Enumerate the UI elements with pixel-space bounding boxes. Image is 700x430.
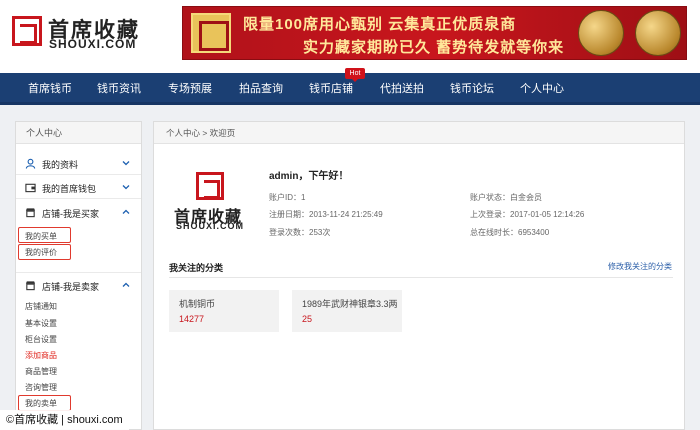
account-status: 账户状态：白金会员 xyxy=(470,193,542,202)
section-divider xyxy=(169,277,673,278)
user-icon xyxy=(25,158,36,169)
nav-item-forum[interactable]: 钱币论坛 xyxy=(450,73,494,105)
last-login: 上次登录：2017-01-05 12:14:26 xyxy=(470,210,585,219)
edit-followed-categories-link[interactable]: 修改我关注的分类 xyxy=(608,261,672,272)
wallet-icon xyxy=(25,183,36,193)
sidebar: 个人中心 我的资料 我的首席钱包 店铺-我是买家 我的买单 我的评价 店铺-我是… xyxy=(15,121,142,430)
sidebar-link-shop-notice[interactable]: 店铺通知 xyxy=(25,301,57,312)
highlight-box xyxy=(18,244,71,260)
logo-text-en: SHOUXI.COM xyxy=(49,37,137,51)
login-count: 登录次数：253次 xyxy=(269,228,331,237)
sidebar-item-my-profile[interactable]: 我的资料 xyxy=(16,153,141,175)
sidebar-title: 个人中心 xyxy=(16,122,141,144)
sidebar-link-counter-settings[interactable]: 柜台设置 xyxy=(25,334,57,345)
banner-line-2: 实力藏家期盼已久 蓄势待发就等你来 xyxy=(303,39,565,56)
sidebar-section-label: 店铺-我是买家 xyxy=(42,209,99,219)
logo-seal-icon xyxy=(12,16,42,46)
sidebar-item-label: 我的资料 xyxy=(42,160,79,170)
category-count: 14277 xyxy=(179,314,205,324)
nav-item-home[interactable]: 首席钱币 xyxy=(28,73,72,105)
sidebar-section-seller[interactable]: 店铺-我是卖家 xyxy=(16,275,141,297)
coin-image xyxy=(578,10,624,56)
banner-seal-icon xyxy=(191,13,231,53)
sidebar-link-inquiry-management[interactable]: 咨询管理 xyxy=(25,382,57,393)
nav-item-lot-search[interactable]: 拍品查询 xyxy=(239,73,283,105)
chevron-down-icon xyxy=(122,185,130,190)
site-logo[interactable]: 首席收藏 SHOUXI.COM xyxy=(12,10,157,54)
logo-text-en: SHOUXI.COM xyxy=(176,221,245,231)
nav-item-consign[interactable]: 代拍送拍 xyxy=(380,73,424,105)
sidebar-link-product-management[interactable]: 商品管理 xyxy=(25,366,57,377)
main-content: 个人中心 > 欢迎页 首席收藏 SHOUXI.COM admin，下午好！ 账户… xyxy=(153,121,685,430)
chevron-down-icon xyxy=(122,161,130,166)
logo-seal-icon xyxy=(196,172,224,200)
category-name: 1989年武财神银章3.3两 xyxy=(302,299,398,309)
nav-item-news[interactable]: 钱币资讯 xyxy=(97,73,141,105)
sidebar-link-basic-settings[interactable]: 基本设置 xyxy=(25,318,57,329)
banner-line-1: 限量100席用心甄别 云集真正优质泉商 xyxy=(243,16,517,33)
category-card[interactable]: 1989年武财神银章3.3两 25 xyxy=(292,290,402,332)
breadcrumb: 个人中心 > 欢迎页 xyxy=(154,122,684,144)
account-id: 账户ID：1 xyxy=(269,193,306,202)
site-header: 首席收藏 SHOUXI.COM 限量100席用心甄别 云集真正优质泉商 实力藏家… xyxy=(0,0,700,73)
shop-icon xyxy=(25,208,36,218)
hot-badge: Hot xyxy=(345,68,365,82)
category-name: 机制铜币 xyxy=(179,299,216,309)
followed-categories-title: 我关注的分类 xyxy=(169,263,224,273)
sidebar-link-add-product[interactable]: 添加商品 xyxy=(25,350,57,361)
sidebar-section-buyer[interactable]: 店铺-我是买家 xyxy=(16,202,141,224)
category-card[interactable]: 机制铜币 14277 xyxy=(169,290,279,332)
coin-image xyxy=(635,10,681,56)
sidebar-item-my-wallet[interactable]: 我的首席钱包 xyxy=(16,177,141,199)
sidebar-section-label: 店铺-我是卖家 xyxy=(42,282,99,292)
category-count: 25 xyxy=(302,314,313,324)
highlight-box xyxy=(18,227,71,243)
sidebar-divider xyxy=(16,272,141,273)
chevron-up-icon xyxy=(122,282,130,287)
user-avatar-logo: 首席收藏 SHOUXI.COM xyxy=(174,172,254,232)
sidebar-item-label: 我的首席钱包 xyxy=(42,184,97,194)
header-banner-ad[interactable]: 限量100席用心甄别 云集真正优质泉商 实力藏家期盼已久 蓄势待发就等你来 xyxy=(182,6,687,60)
register-date: 注册日期：2013-11-24 21:25:49 xyxy=(269,210,383,219)
nav-item-user-center[interactable]: 个人中心 xyxy=(520,73,564,105)
nav-item-preview[interactable]: 专场预展 xyxy=(168,73,212,105)
online-time: 总在线时长：6953400 xyxy=(470,228,550,237)
highlight-box xyxy=(18,395,71,411)
chevron-up-icon xyxy=(122,209,130,214)
shop-icon xyxy=(25,281,36,291)
greeting: admin，下午好！ xyxy=(269,171,349,182)
watermark: ©首席收藏 | shouxi.com xyxy=(0,410,129,430)
